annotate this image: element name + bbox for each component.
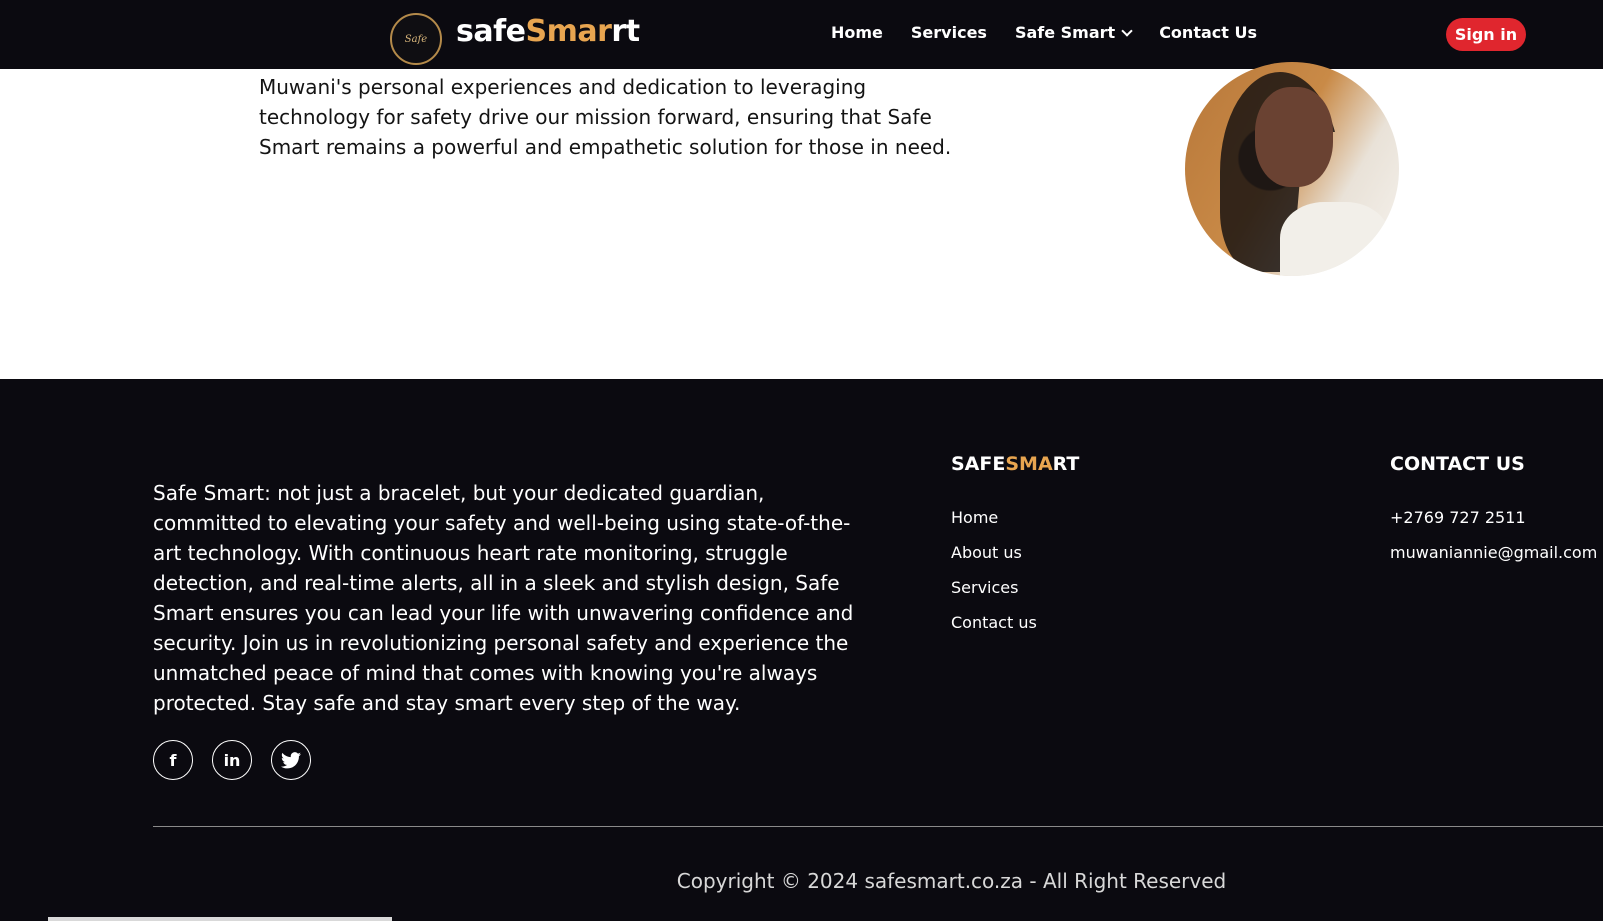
twitter-icon[interactable] [271, 740, 311, 780]
horizontal-scrollbar[interactable] [48, 917, 392, 921]
founder-photo [1185, 62, 1399, 276]
footer-services-link[interactable]: Services [951, 578, 1037, 613]
social-links: f in [153, 740, 330, 780]
footer-divider [153, 826, 1603, 827]
footer-about-link[interactable]: About us [951, 543, 1037, 578]
chevron-down-icon [1121, 24, 1133, 37]
nav-links: Home Services Safe Smart Contact Us [831, 23, 1285, 42]
twitter-bird-icon [281, 751, 301, 768]
photo-face [1255, 87, 1333, 187]
logo-icon[interactable]: Safe [390, 13, 442, 65]
footer-brand-title: SAFESMART [951, 453, 1080, 475]
photo-shirt [1280, 202, 1390, 276]
brand-name[interactable]: safeSmarrt [456, 14, 640, 49]
footer-home-link[interactable]: Home [951, 508, 1037, 543]
phone-number[interactable]: +2769 727 2511 [1390, 508, 1597, 543]
footer-contact-link[interactable]: Contact us [951, 613, 1037, 648]
nav-home-link[interactable]: Home [831, 23, 883, 42]
copyright-text: Copyright © 2024 safesmart.co.za - All R… [676, 869, 1227, 893]
logo-text: Safe [404, 33, 428, 45]
footer-links: Home About us Services Contact us [951, 508, 1037, 648]
nav-safe-smart-dropdown[interactable]: Safe Smart [1015, 23, 1133, 42]
footer-description: Safe Smart: not just a bracelet, but you… [153, 481, 854, 715]
contact-title: CONTACT US [1390, 453, 1525, 475]
footer: Safe Smart: not just a bracelet, but you… [0, 379, 1603, 921]
email-address[interactable]: muwaniannie@gmail.com [1390, 543, 1597, 578]
nav-contact-link[interactable]: Contact Us [1159, 23, 1257, 42]
nav-services-link[interactable]: Services [911, 23, 987, 42]
about-paragraph: Muwani's personal experiences and dedica… [259, 75, 952, 159]
linkedin-icon[interactable]: in [212, 740, 252, 780]
sign-in-button[interactable]: Sign in [1446, 18, 1526, 51]
facebook-icon[interactable]: f [153, 740, 193, 780]
contact-info: +2769 727 2511 muwaniannie@gmail.com [1390, 508, 1597, 578]
top-navbar: Safe safeSmarrt Home Services Safe Smart… [0, 0, 1603, 69]
